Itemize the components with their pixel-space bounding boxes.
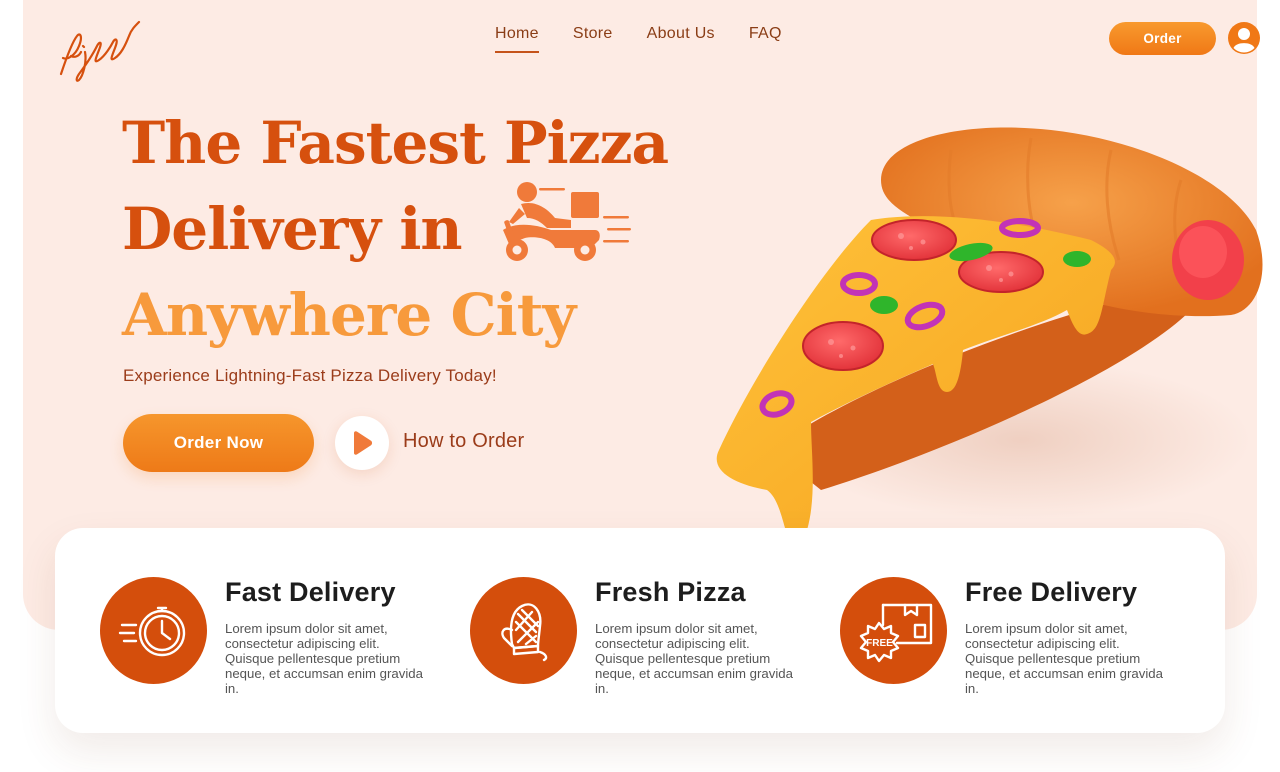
hero-subtitle: Experience Lightning-Fast Pizza Delivery… bbox=[123, 366, 497, 385]
feature-icon-circle bbox=[100, 577, 207, 684]
feature-fast-delivery: Fast Delivery Lorem ipsum dolor sit amet… bbox=[100, 577, 440, 697]
oven-mitt-icon bbox=[500, 602, 547, 661]
feature-free-delivery: FREE Free Delivery Lorem ipsum dolor sit… bbox=[840, 577, 1180, 697]
logo-text: Pizza bbox=[145, 16, 146, 17]
feature-icon-circle bbox=[470, 577, 577, 684]
feature-description: Lorem ipsum dolor sit amet, consectetur … bbox=[595, 621, 793, 696]
landing-page: Pizza Home Store About Us FAQ Order The … bbox=[0, 0, 1280, 772]
nav-item-store[interactable]: Store bbox=[573, 24, 613, 53]
header-order-button[interactable]: Order bbox=[1109, 22, 1216, 55]
user-icon bbox=[1228, 22, 1260, 54]
headline-line-3: Anywhere City bbox=[122, 281, 576, 349]
feature-description: Lorem ipsum dolor sit amet, consectetur … bbox=[225, 621, 423, 696]
feature-icon-circle: FREE bbox=[840, 577, 947, 684]
feature-title: Fast Delivery bbox=[225, 577, 396, 607]
nav-item-home[interactable]: Home bbox=[495, 24, 539, 53]
brand-logo[interactable]: Pizza bbox=[53, 16, 145, 84]
how-to-order-link[interactable]: How to Order bbox=[403, 430, 524, 453]
stopwatch-icon bbox=[118, 606, 185, 656]
logo-script-icon bbox=[59, 20, 141, 82]
feature-description: Lorem ipsum dolor sit amet, consectetur … bbox=[965, 621, 1163, 696]
play-icon bbox=[354, 431, 373, 455]
pizza-slice-illustration bbox=[711, 110, 1271, 550]
headline-line-1: The Fastest Pizza bbox=[122, 109, 669, 177]
order-now-button[interactable]: Order Now bbox=[123, 414, 314, 472]
feature-title: Fresh Pizza bbox=[595, 577, 746, 607]
play-video-button[interactable] bbox=[335, 416, 389, 470]
nav-item-faq[interactable]: FAQ bbox=[749, 24, 782, 53]
features-card: Fast Delivery Lorem ipsum dolor sit amet… bbox=[55, 528, 1225, 733]
free-badge-text: FREE bbox=[866, 638, 893, 649]
profile-avatar[interactable] bbox=[1227, 21, 1261, 55]
free-box-icon: FREE bbox=[859, 603, 932, 662]
feature-fresh-pizza: Fresh Pizza Lorem ipsum dolor sit amet, … bbox=[470, 577, 810, 697]
feature-title: Free Delivery bbox=[965, 577, 1138, 607]
nav-item-about-us[interactable]: About Us bbox=[647, 24, 715, 53]
delivery-scooter-icon bbox=[495, 178, 635, 264]
main-nav: Home Store About Us FAQ bbox=[495, 24, 782, 53]
